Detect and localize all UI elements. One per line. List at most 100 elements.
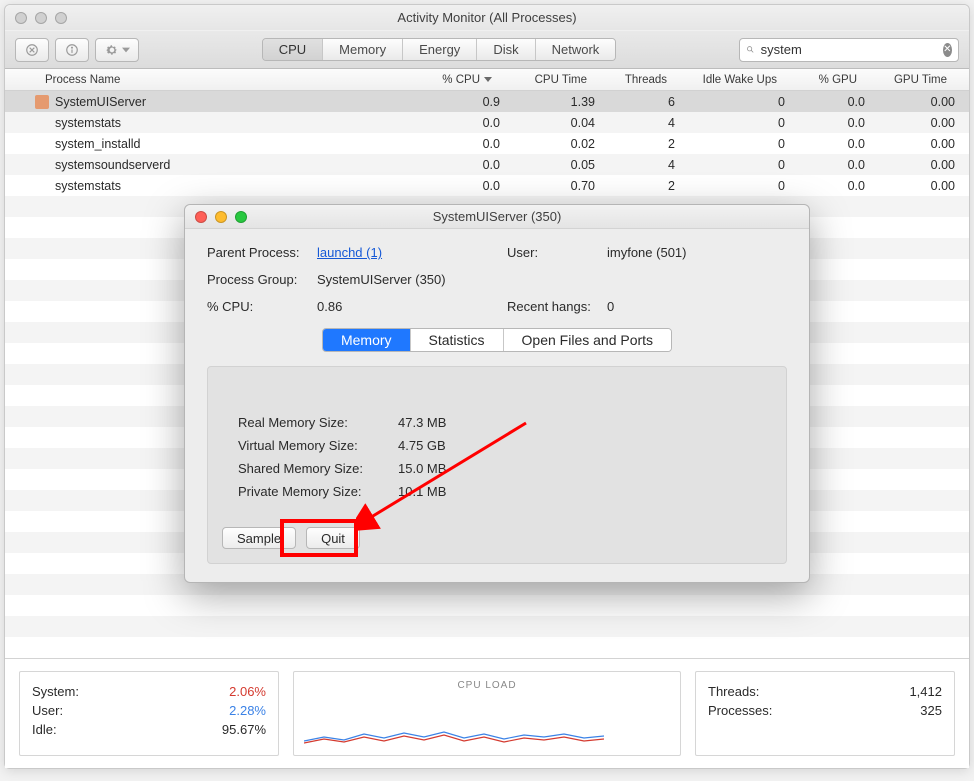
minimize-icon[interactable] — [35, 12, 47, 24]
sample-button[interactable]: Sample — [222, 527, 296, 549]
cell-cputime: 0.02 — [500, 137, 595, 151]
col-cpu[interactable]: % CPU — [420, 74, 500, 86]
col-idle-wakeups[interactable]: Idle Wake Ups — [675, 74, 785, 86]
search-input[interactable] — [761, 42, 937, 57]
cell-idle: 0 — [675, 137, 785, 151]
value-real-memory: 47.3 MB — [398, 415, 756, 430]
value-process-group: SystemUIServer (350) — [317, 272, 507, 287]
cell-cpu: 0.0 — [420, 179, 500, 193]
cell-cpu: 0.9 — [420, 95, 500, 109]
tab-memory-detail[interactable]: Memory — [323, 329, 411, 351]
cell-threads: 2 — [595, 179, 675, 193]
table-row[interactable]: system_installd0.00.02200.00.00 — [5, 133, 969, 154]
label-cpu: % CPU: — [207, 299, 317, 314]
process-name: SystemUIServer — [55, 95, 146, 109]
table-row[interactable]: systemstats0.00.04400.00.00 — [5, 112, 969, 133]
cell-cputime: 0.05 — [500, 158, 595, 172]
tab-disk[interactable]: Disk — [477, 39, 535, 60]
cell-cpu: 0.0 — [420, 116, 500, 130]
thread-process-counts: Threads: 1,412 Processes: 325 — [695, 671, 955, 756]
value-shared-memory: 15.0 MB — [398, 461, 756, 476]
label-parent-process: Parent Process: — [207, 245, 317, 260]
sort-caret-icon — [484, 77, 492, 82]
label-user: User: — [507, 245, 607, 260]
col-gpu[interactable]: % GPU — [785, 74, 865, 86]
tab-statistics[interactable]: Statistics — [411, 329, 504, 351]
cell-cputime: 0.04 — [500, 116, 595, 130]
cpu-percentages: System:2.06% User:2.28% Idle:95.67% — [19, 671, 279, 756]
tab-cpu[interactable]: CPU — [263, 39, 323, 60]
process-detail-window: SystemUIServer (350) Parent Process: lau… — [184, 204, 810, 583]
detail-titlebar: SystemUIServer (350) — [185, 205, 809, 229]
table-row[interactable]: SystemUIServer 0.91.39600.00.00 — [5, 91, 969, 112]
close-icon[interactable] — [15, 12, 27, 24]
label-virtual-memory: Virtual Memory Size: — [238, 438, 398, 453]
cell-cpu: 0.0 — [420, 137, 500, 151]
bottom-stats: System:2.06% User:2.28% Idle:95.67% CPU … — [5, 658, 969, 768]
cell-gpu: 0.0 — [785, 158, 865, 172]
cpu-load-graph: CPU LOAD — [293, 671, 681, 756]
tab-memory[interactable]: Memory — [323, 39, 403, 60]
value-idle: 95.67% — [196, 722, 266, 737]
col-threads[interactable]: Threads — [595, 74, 675, 86]
window-title: Activity Monitor (All Processes) — [397, 10, 576, 25]
minimize-icon[interactable] — [215, 211, 227, 223]
maximize-icon[interactable] — [55, 12, 67, 24]
label-shared-memory: Shared Memory Size: — [238, 461, 398, 476]
cpu-load-chart-icon — [304, 707, 604, 747]
clear-search-icon[interactable]: ✕ — [943, 43, 952, 57]
cell-threads: 2 — [595, 137, 675, 151]
col-gpu-time[interactable]: GPU Time — [865, 74, 955, 86]
value-recent-hangs: 0 — [607, 299, 787, 314]
cell-idle: 0 — [675, 158, 785, 172]
cell-gputime: 0.00 — [865, 95, 955, 109]
label-private-memory: Private Memory Size: — [238, 484, 398, 499]
cell-threads: 4 — [595, 116, 675, 130]
column-header: Process Name % CPU CPU Time Threads Idle… — [5, 69, 969, 91]
cell-gpu: 0.0 — [785, 116, 865, 130]
cell-threads: 6 — [595, 95, 675, 109]
info-button[interactable] — [55, 38, 89, 62]
search-field[interactable]: ✕ — [739, 38, 959, 62]
label-threads: Threads: — [708, 684, 759, 699]
value-processes: 325 — [872, 703, 942, 718]
titlebar: Activity Monitor (All Processes) — [5, 5, 969, 31]
cell-idle: 0 — [675, 95, 785, 109]
maximize-icon[interactable] — [235, 211, 247, 223]
process-name: system_installd — [55, 137, 140, 151]
link-parent-process[interactable]: launchd (1) — [317, 245, 382, 260]
gear-button[interactable] — [95, 38, 139, 62]
label-real-memory: Real Memory Size: — [238, 415, 398, 430]
col-cpu-time[interactable]: CPU Time — [500, 74, 595, 86]
cell-cpu: 0.0 — [420, 158, 500, 172]
col-process-name[interactable]: Process Name — [5, 74, 420, 86]
tab-energy[interactable]: Energy — [403, 39, 477, 60]
value-user: imyfone (501) — [607, 245, 787, 260]
cpu-load-title: CPU LOAD — [457, 680, 516, 691]
tab-network[interactable]: Network — [536, 39, 616, 60]
label-system: System: — [32, 684, 79, 699]
table-row[interactable]: systemstats0.00.70200.00.00 — [5, 175, 969, 196]
quit-button[interactable]: Quit — [306, 527, 360, 549]
process-name: systemstats — [55, 116, 121, 130]
value-cpu: 0.86 — [317, 299, 507, 314]
process-name: systemstats — [55, 179, 121, 193]
value-virtual-memory: 4.75 GB — [398, 438, 756, 453]
cell-gputime: 0.00 — [865, 116, 955, 130]
value-threads: 1,412 — [872, 684, 942, 699]
cell-cputime: 1.39 — [500, 95, 595, 109]
search-icon — [746, 43, 755, 56]
cell-gpu: 0.0 — [785, 95, 865, 109]
value-private-memory: 10.1 MB — [398, 484, 756, 499]
table-row[interactable]: systemsoundserverd0.00.05400.00.00 — [5, 154, 969, 175]
close-icon[interactable] — [195, 211, 207, 223]
cell-idle: 0 — [675, 179, 785, 193]
stop-process-button[interactable] — [15, 38, 49, 62]
label-user: User: — [32, 703, 63, 718]
tab-open-files-ports[interactable]: Open Files and Ports — [504, 329, 672, 351]
detail-title: SystemUIServer (350) — [433, 209, 562, 224]
cell-cputime: 0.70 — [500, 179, 595, 193]
cell-idle: 0 — [675, 116, 785, 130]
memory-panel: Real Memory Size:47.3 MB Virtual Memory … — [207, 366, 787, 564]
label-processes: Processes: — [708, 703, 772, 718]
